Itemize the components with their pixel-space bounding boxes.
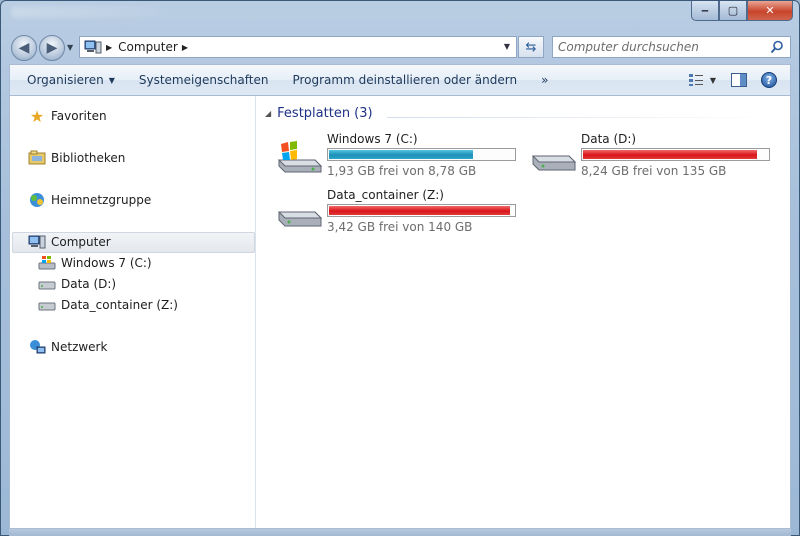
hard-drive-icon xyxy=(38,302,56,311)
drive-z-free-space: 3,42 GB frei von 140 GB xyxy=(327,220,473,234)
arrow-right-icon: ▶ xyxy=(46,40,58,56)
back-button[interactable]: ◀ xyxy=(11,35,37,61)
command-bar: Organisieren ▼ Systemeigenschaften Progr… xyxy=(9,64,791,96)
drive-d-usage-bar xyxy=(581,148,770,161)
preview-pane-button[interactable] xyxy=(728,69,750,91)
chevron-down-icon: ▼ xyxy=(108,75,115,85)
view-list-icon xyxy=(688,74,703,86)
view-options-button[interactable]: ▼ xyxy=(684,69,720,91)
more-commands-label: » xyxy=(541,73,549,87)
more-commands-button[interactable]: » xyxy=(529,65,560,95)
search-icon[interactable] xyxy=(770,40,784,54)
recent-pages-dropdown[interactable]: ▼ xyxy=(67,43,73,52)
drive-tile-c[interactable]: Windows 7 (C:) 1,93 GB frei von 8,78 GB xyxy=(275,132,525,182)
system-properties-label: Systemeigenschaften xyxy=(138,73,269,87)
refresh-icon: ⇆ xyxy=(525,39,537,55)
drive-c-usage-fill xyxy=(329,150,474,159)
maximize-button[interactable]: ▢ xyxy=(719,1,747,21)
explorer-window: ‒ ▢ ✕ ◀ ▶ ▼ ▶ Computer ▶ ▼ ⇆ Organi xyxy=(0,0,800,536)
uninstall-program-button[interactable]: Programm deinstallieren oder ändern xyxy=(280,65,529,95)
nav-favorites-label: Favoriten xyxy=(51,109,107,123)
chevron-down-icon: ▼ xyxy=(709,75,717,85)
drive-tile-z[interactable]: Data_container (Z:) 3,42 GB frei von 140… xyxy=(275,188,525,238)
system-properties-button[interactable]: Systemeigenschaften xyxy=(127,65,281,95)
nav-computer-label: Computer xyxy=(51,235,111,249)
title-bar[interactable]: ‒ ▢ ✕ xyxy=(1,1,799,29)
group-title: Festplatten (3) xyxy=(277,106,373,121)
window-title-blurred xyxy=(11,6,161,18)
breadcrumb-separator-icon[interactable]: ▶ xyxy=(106,43,112,52)
refresh-button[interactable]: ⇆ xyxy=(518,36,544,58)
help-button[interactable]: ? xyxy=(758,69,780,91)
nav-computer[interactable]: Computer xyxy=(28,232,111,252)
content-area: ★ Favoriten Bibliotheken Heimnetzgruppe xyxy=(9,96,791,529)
nav-drive-z[interactable]: Data_container (Z:) xyxy=(38,295,178,315)
group-header-hard-drives[interactable]: ◢ Festplatten (3) xyxy=(265,106,373,121)
network-icon xyxy=(30,340,46,354)
drive-d-free-space: 8,24 GB frei von 135 GB xyxy=(581,164,727,178)
preview-pane-icon xyxy=(731,73,747,87)
nav-homegroup-label: Heimnetzgruppe xyxy=(51,193,152,207)
drive-d-name: Data (D:) xyxy=(581,132,637,146)
address-history-dropdown[interactable]: ▼ xyxy=(504,42,510,51)
organize-label: Organisieren xyxy=(27,73,104,87)
breadcrumb-computer[interactable]: Computer xyxy=(118,40,178,54)
computer-icon xyxy=(28,235,46,249)
forward-button[interactable]: ▶ xyxy=(39,35,65,61)
nav-favorites[interactable]: ★ Favoriten xyxy=(28,106,107,126)
nav-network-label: Netzwerk xyxy=(51,340,108,354)
help-icon: ? xyxy=(761,72,777,88)
nav-drive-d[interactable]: Data (D:) xyxy=(38,274,116,294)
nav-libraries[interactable]: Bibliotheken xyxy=(28,148,125,168)
minimize-button[interactable]: ‒ xyxy=(691,1,719,21)
group-divider xyxy=(387,117,777,118)
breadcrumb-chevron-icon[interactable]: ▶ xyxy=(182,43,188,52)
uninstall-program-label: Programm deinstallieren oder ändern xyxy=(292,73,518,87)
drive-c-name: Windows 7 (C:) xyxy=(327,132,418,146)
drive-d-usage-fill xyxy=(583,150,757,159)
window-bottom-border xyxy=(9,529,791,536)
drive-z-name: Data_container (Z:) xyxy=(327,188,444,202)
navigation-pane[interactable]: ★ Favoriten Bibliotheken Heimnetzgruppe xyxy=(10,96,256,528)
nav-drive-c-label: Windows 7 (C:) xyxy=(61,256,152,270)
nav-homegroup[interactable]: Heimnetzgruppe xyxy=(28,190,151,210)
hard-drive-icon xyxy=(531,155,577,171)
nav-network[interactable]: Netzwerk xyxy=(28,337,107,357)
search-box[interactable] xyxy=(552,36,791,58)
homegroup-icon xyxy=(30,193,44,207)
organize-menu[interactable]: Organisieren ▼ xyxy=(10,65,127,95)
library-icon xyxy=(28,150,46,165)
nav-drive-c[interactable]: Windows 7 (C:) xyxy=(38,253,152,273)
drive-z-usage-fill xyxy=(329,206,511,215)
nav-drive-d-label: Data (D:) xyxy=(61,277,117,291)
nav-libraries-label: Bibliotheken xyxy=(51,151,126,165)
windows-drive-icon xyxy=(38,256,56,270)
arrow-left-icon: ◀ xyxy=(18,40,30,56)
address-bar[interactable]: ▶ Computer ▶ ▼ xyxy=(79,36,517,58)
search-input[interactable] xyxy=(558,40,768,54)
close-button[interactable]: ✕ xyxy=(747,1,793,21)
computer-icon xyxy=(84,40,102,54)
drive-c-free-space: 1,93 GB frei von 8,78 GB xyxy=(327,164,477,178)
windows-drive-icon xyxy=(277,141,323,173)
drive-tile-d[interactable]: Data (D:) 8,24 GB frei von 135 GB xyxy=(529,132,779,182)
hard-drive-icon xyxy=(38,281,56,290)
hard-drive-icon xyxy=(277,211,323,227)
star-icon: ★ xyxy=(29,106,45,126)
nav-drive-z-label: Data_container (Z:) xyxy=(61,298,178,312)
toolbar-right-group: ▼ ? xyxy=(676,65,790,95)
drive-z-usage-bar xyxy=(327,204,516,217)
file-list-pane[interactable]: ◢ Festplatten (3) Windows 7 (C:) 1,93 GB… xyxy=(257,96,790,528)
collapse-triangle-icon[interactable]: ◢ xyxy=(265,109,271,118)
drive-c-usage-bar xyxy=(327,148,516,161)
